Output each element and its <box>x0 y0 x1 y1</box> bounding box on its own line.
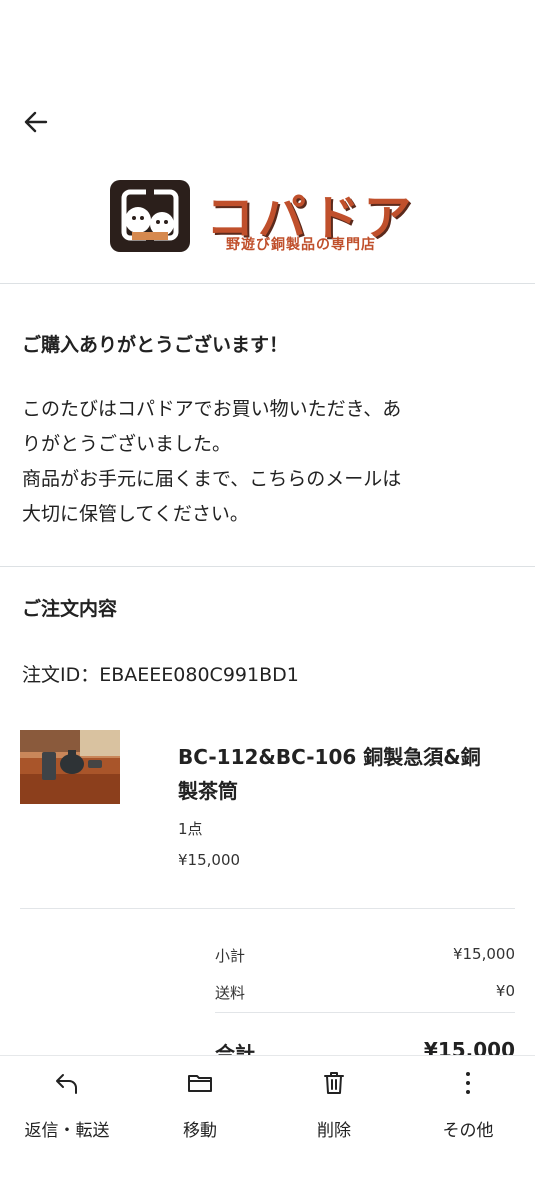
move-label: 移動 <box>183 1121 217 1141</box>
order-heading: ご注文内容 <box>22 598 118 620</box>
shipping-row: 送料 ¥0 <box>215 982 515 1003</box>
back-button[interactable] <box>22 108 50 136</box>
thanks-message: このたびはコパドアでお買い物いただき、あ りがとうございました。 商品がお手元に… <box>22 392 512 532</box>
thanks-heading: ご購入ありがとうございます！ <box>22 334 289 356</box>
trash-icon <box>324 1072 344 1094</box>
message-line: 大切に保管してください。 <box>22 503 249 525</box>
reply-forward-button[interactable]: 返信・転送 <box>7 1064 127 1144</box>
divider <box>0 566 535 567</box>
logo-subtitle: 野遊び銅製品の専門店 <box>226 237 376 253</box>
subtotal-label: 小計 <box>215 947 246 965</box>
message-line: このたびはコパドアでお買い物いただき、あ <box>22 398 402 420</box>
order-id: 注文ID：EBAEEE080C991BD1 <box>22 664 299 686</box>
more-label: その他 <box>442 1121 494 1141</box>
divider <box>20 908 515 909</box>
product-name-line: BC-112&BC-106 銅製急須&銅 <box>178 745 481 769</box>
reply-icon <box>56 1074 77 1094</box>
bottom-toolbar: 返信・転送 移動 削除 その他 <box>0 1055 535 1201</box>
product-name[interactable]: BC-112&BC-106 銅製急須&銅 製茶筒 <box>178 740 508 808</box>
arrow-left-icon <box>24 111 48 133</box>
more-button[interactable]: その他 <box>408 1064 528 1144</box>
logo-mark <box>110 180 190 252</box>
subtotal-value: ¥15,000 <box>452 945 515 963</box>
move-button[interactable]: 移動 <box>140 1064 260 1144</box>
product-quantity: 1点 <box>178 820 203 838</box>
folder-icon <box>188 1075 212 1092</box>
reply-forward-label: 返信・転送 <box>24 1121 110 1141</box>
product-image[interactable] <box>20 730 120 804</box>
shipping-value: ¥0 <box>495 982 515 1000</box>
divider <box>0 283 535 284</box>
product-name-line: 製茶筒 <box>178 779 238 803</box>
divider <box>215 1012 515 1013</box>
delete-button[interactable]: 削除 <box>274 1064 394 1144</box>
subtotal-row: 小計 ¥15,000 <box>215 945 515 966</box>
more-vertical-icon <box>466 1072 470 1094</box>
delete-label: 削除 <box>317 1121 351 1141</box>
store-logo: コパドア 野遊び銅製品の専門店 <box>110 180 430 256</box>
message-line: りがとうございました。 <box>22 433 232 455</box>
product-price: ¥15,000 <box>178 851 241 869</box>
shipping-label: 送料 <box>215 984 246 1002</box>
message-line: 商品がお手元に届くまで、こちらのメールは <box>22 468 402 490</box>
